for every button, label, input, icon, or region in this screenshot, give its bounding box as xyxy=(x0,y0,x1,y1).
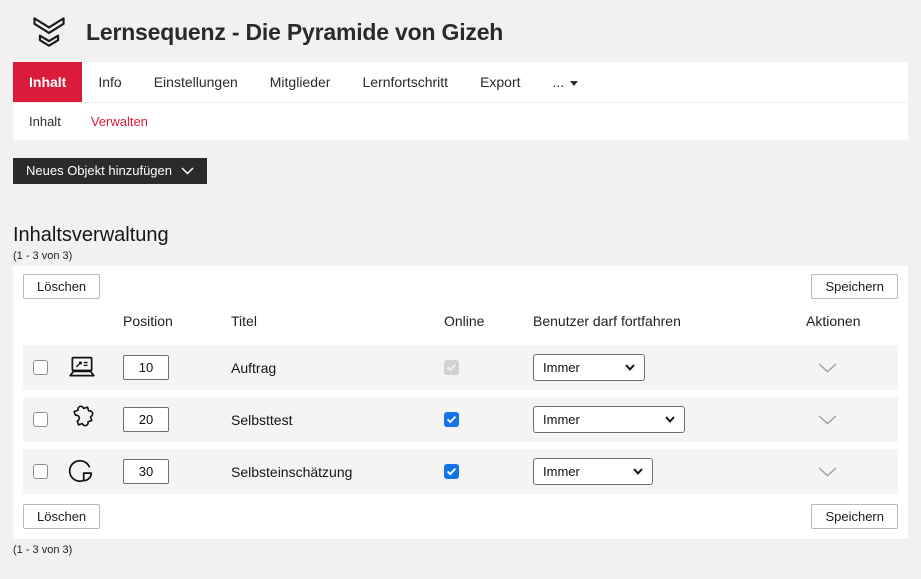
chevron-down-icon xyxy=(625,364,635,371)
tab-mitglieder[interactable]: Mitglieder xyxy=(254,62,347,102)
online-checkbox[interactable] xyxy=(444,464,459,479)
test-icon xyxy=(67,405,97,435)
tab-einstellungen[interactable]: Einstellungen xyxy=(138,62,254,102)
subtab-verwalten[interactable]: Verwalten xyxy=(76,114,163,129)
position-input[interactable] xyxy=(123,459,169,484)
row-select-checkbox[interactable] xyxy=(33,464,48,479)
check-icon xyxy=(446,363,457,372)
content-table: Löschen Speichern Position Titel Online … xyxy=(13,266,908,539)
column-header-aktionen: Aktionen xyxy=(806,313,898,329)
chevron-down-icon xyxy=(665,416,675,423)
delete-button-top[interactable]: Löschen xyxy=(23,274,100,299)
tab-bar: Inhalt Info Einstellungen Mitglieder Ler… xyxy=(13,62,908,103)
save-button-bottom[interactable]: Speichern xyxy=(811,504,898,529)
range-info-bottom: (1 - 3 von 3) xyxy=(13,544,908,556)
column-header-online: Online xyxy=(444,313,533,329)
range-info-top: (1 - 3 von 3) xyxy=(13,250,908,262)
chevron-down-icon xyxy=(181,167,194,175)
row-title: Auftrag xyxy=(231,360,276,376)
online-checkbox[interactable] xyxy=(444,412,459,427)
position-input[interactable] xyxy=(123,407,169,432)
column-header-position: Position xyxy=(123,313,231,329)
subtab-inhalt[interactable]: Inhalt xyxy=(13,114,76,129)
table-row: Auftrag Immer xyxy=(23,345,898,390)
page-title: Lernsequenz - Die Pyramide von Gizeh xyxy=(86,19,503,46)
save-button-top[interactable]: Speichern xyxy=(811,274,898,299)
tab-info[interactable]: Info xyxy=(82,62,137,102)
continue-select[interactable]: Immer xyxy=(533,406,685,433)
row-title: Selbsteinschätzung xyxy=(231,464,352,480)
table-row: Selbsttest Immer xyxy=(23,397,898,442)
section-title: Inhaltsverwaltung xyxy=(13,224,908,247)
chevron-down-icon xyxy=(633,468,643,475)
subtab-bar: Inhalt Verwalten xyxy=(13,103,908,140)
add-object-button[interactable]: Neues Objekt hinzufügen xyxy=(13,158,207,184)
continue-select[interactable]: Immer xyxy=(533,458,653,485)
delete-button-bottom[interactable]: Löschen xyxy=(23,504,100,529)
row-select-checkbox[interactable] xyxy=(33,412,48,427)
exercise-icon xyxy=(67,355,97,380)
tab-export[interactable]: Export xyxy=(464,62,536,102)
row-actions-chevron-icon[interactable] xyxy=(818,363,837,373)
table-header-row: Position Titel Online Benutzer darf fort… xyxy=(23,299,898,345)
learning-sequence-icon xyxy=(29,12,69,52)
column-header-titel: Titel xyxy=(231,313,444,329)
online-checkbox xyxy=(444,360,459,375)
check-icon xyxy=(446,467,457,476)
table-row: Selbsteinschätzung Immer xyxy=(23,449,898,494)
row-actions-chevron-icon[interactable] xyxy=(818,467,837,477)
row-select-checkbox[interactable] xyxy=(33,360,48,375)
row-actions-chevron-icon[interactable] xyxy=(818,415,837,425)
check-icon xyxy=(446,415,457,424)
tab-more[interactable]: ... xyxy=(537,62,595,102)
tab-inhalt[interactable]: Inhalt xyxy=(13,62,82,102)
position-input[interactable] xyxy=(123,355,169,380)
tab-lernfortschritt[interactable]: Lernfortschritt xyxy=(346,62,464,102)
row-title: Selbsttest xyxy=(231,412,292,428)
survey-icon xyxy=(67,458,95,486)
page-header: Lernsequenz - Die Pyramide von Gizeh xyxy=(0,0,921,62)
continue-select[interactable]: Immer xyxy=(533,354,645,381)
caret-down-icon xyxy=(570,81,578,86)
column-header-fortfahren: Benutzer darf fortfahren xyxy=(533,313,806,329)
